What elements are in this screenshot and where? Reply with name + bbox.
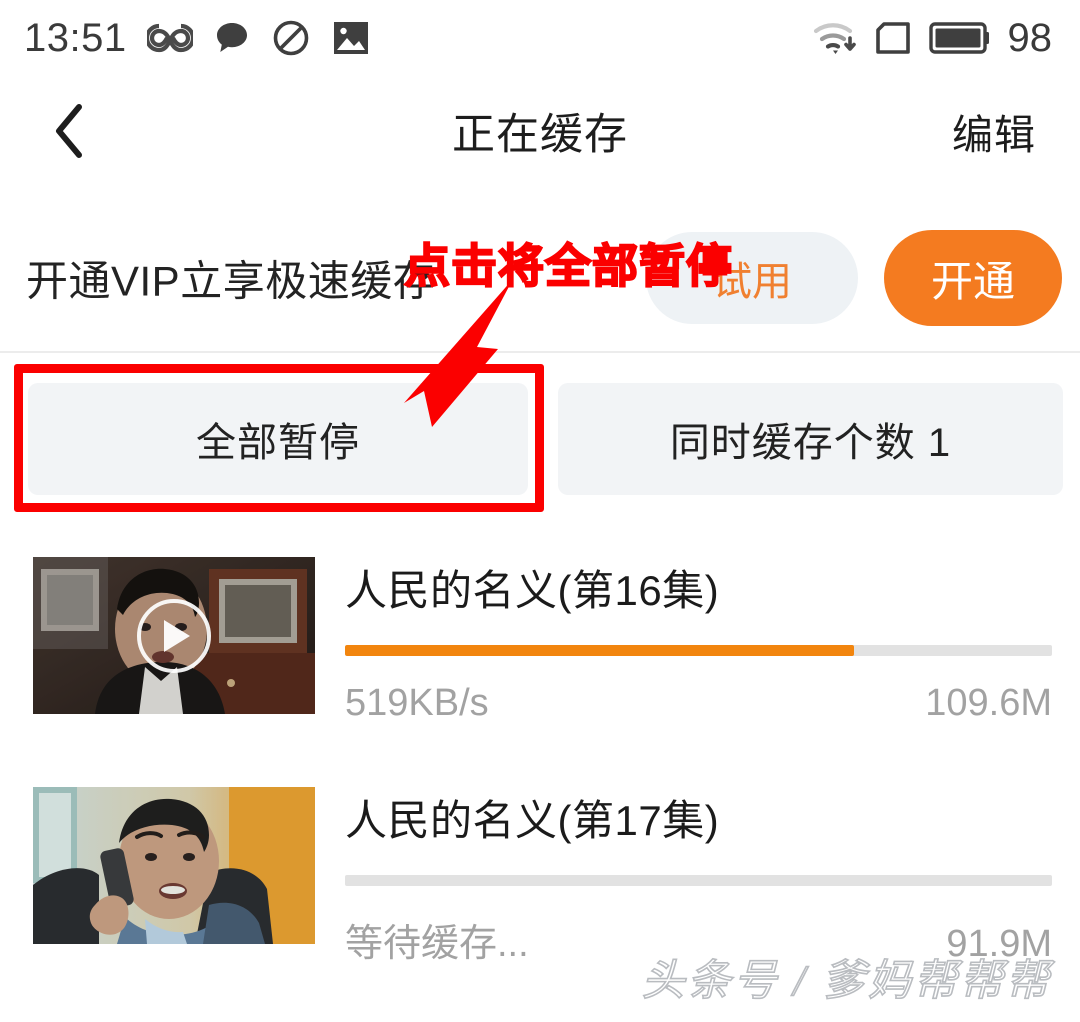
status-bar-right: 98 (812, 16, 1053, 60)
status-bar-left: 13:51 (24, 18, 371, 58)
page-title: 正在缓存 (452, 111, 628, 159)
concurrent-downloads-button[interactable]: 同时缓存个数 1 (558, 383, 1063, 495)
download-size: 109.6M (925, 682, 1052, 724)
chat-bubble-icon (216, 23, 247, 52)
sim-card-icon (875, 22, 910, 54)
download-speed: 519KB/s (345, 682, 489, 724)
annotation-label: 点击将全部暂停 (403, 239, 733, 293)
infinity-icon (146, 23, 193, 53)
progress-bar-fill (345, 645, 855, 656)
battery-percentage: 98 (1007, 16, 1053, 60)
status-bar: 13:51 98 (0, 0, 1080, 76)
vip-open-button[interactable]: 开通 (884, 230, 1062, 326)
play-triangle-icon (164, 619, 190, 652)
download-speed: 等待缓存... (345, 923, 529, 965)
pause-all-button[interactable]: 全部暂停 (28, 383, 528, 495)
progress-bar-track (345, 875, 1052, 886)
download-status-row: 519KB/s 109.6M (345, 682, 1052, 725)
phone-screen: 13:51 98 正在缓存 编辑 开通VIP立享极速缓存 试用 开通 全部暂停 … (0, 0, 1080, 1022)
download-title: 人民的名义(第17集) (345, 797, 720, 844)
edit-button[interactable]: 编辑 (952, 101, 1036, 161)
wifi-download-icon (813, 23, 856, 54)
vip-promo-text: 开通VIP立享极速缓存 (26, 257, 436, 305)
list-item[interactable]: 人民的名义(第16集) 519KB/s 109.6M (0, 523, 1080, 753)
image-icon (333, 22, 368, 54)
do-not-disturb-icon (273, 20, 308, 56)
navigation-bar: 正在缓存 编辑 (0, 76, 1080, 186)
play-button-overlay[interactable] (137, 598, 211, 673)
download-meta: 人民的名义(第16集) 519KB/s 109.6M (345, 557, 1052, 725)
battery-icon (928, 22, 989, 54)
download-title: 人民的名义(第16集) (345, 567, 720, 614)
watermark: 头条号 / 爹妈帮帮帮 (641, 957, 1052, 1006)
status-bar-clock: 13:51 (24, 16, 127, 60)
control-row: 全部暂停 同时缓存个数 1 (0, 355, 1080, 523)
progress-bar-track (345, 645, 1052, 656)
video-thumbnail[interactable] (33, 787, 315, 944)
video-thumbnail[interactable] (33, 557, 315, 714)
download-list: 人民的名义(第16集) 519KB/s 109.6M 人民的名义(第17集) 等… (0, 523, 1080, 983)
thumbnail-image-man-on-phone (33, 787, 315, 944)
download-meta: 人民的名义(第17集) 等待缓存... 91.9M (345, 787, 1052, 967)
